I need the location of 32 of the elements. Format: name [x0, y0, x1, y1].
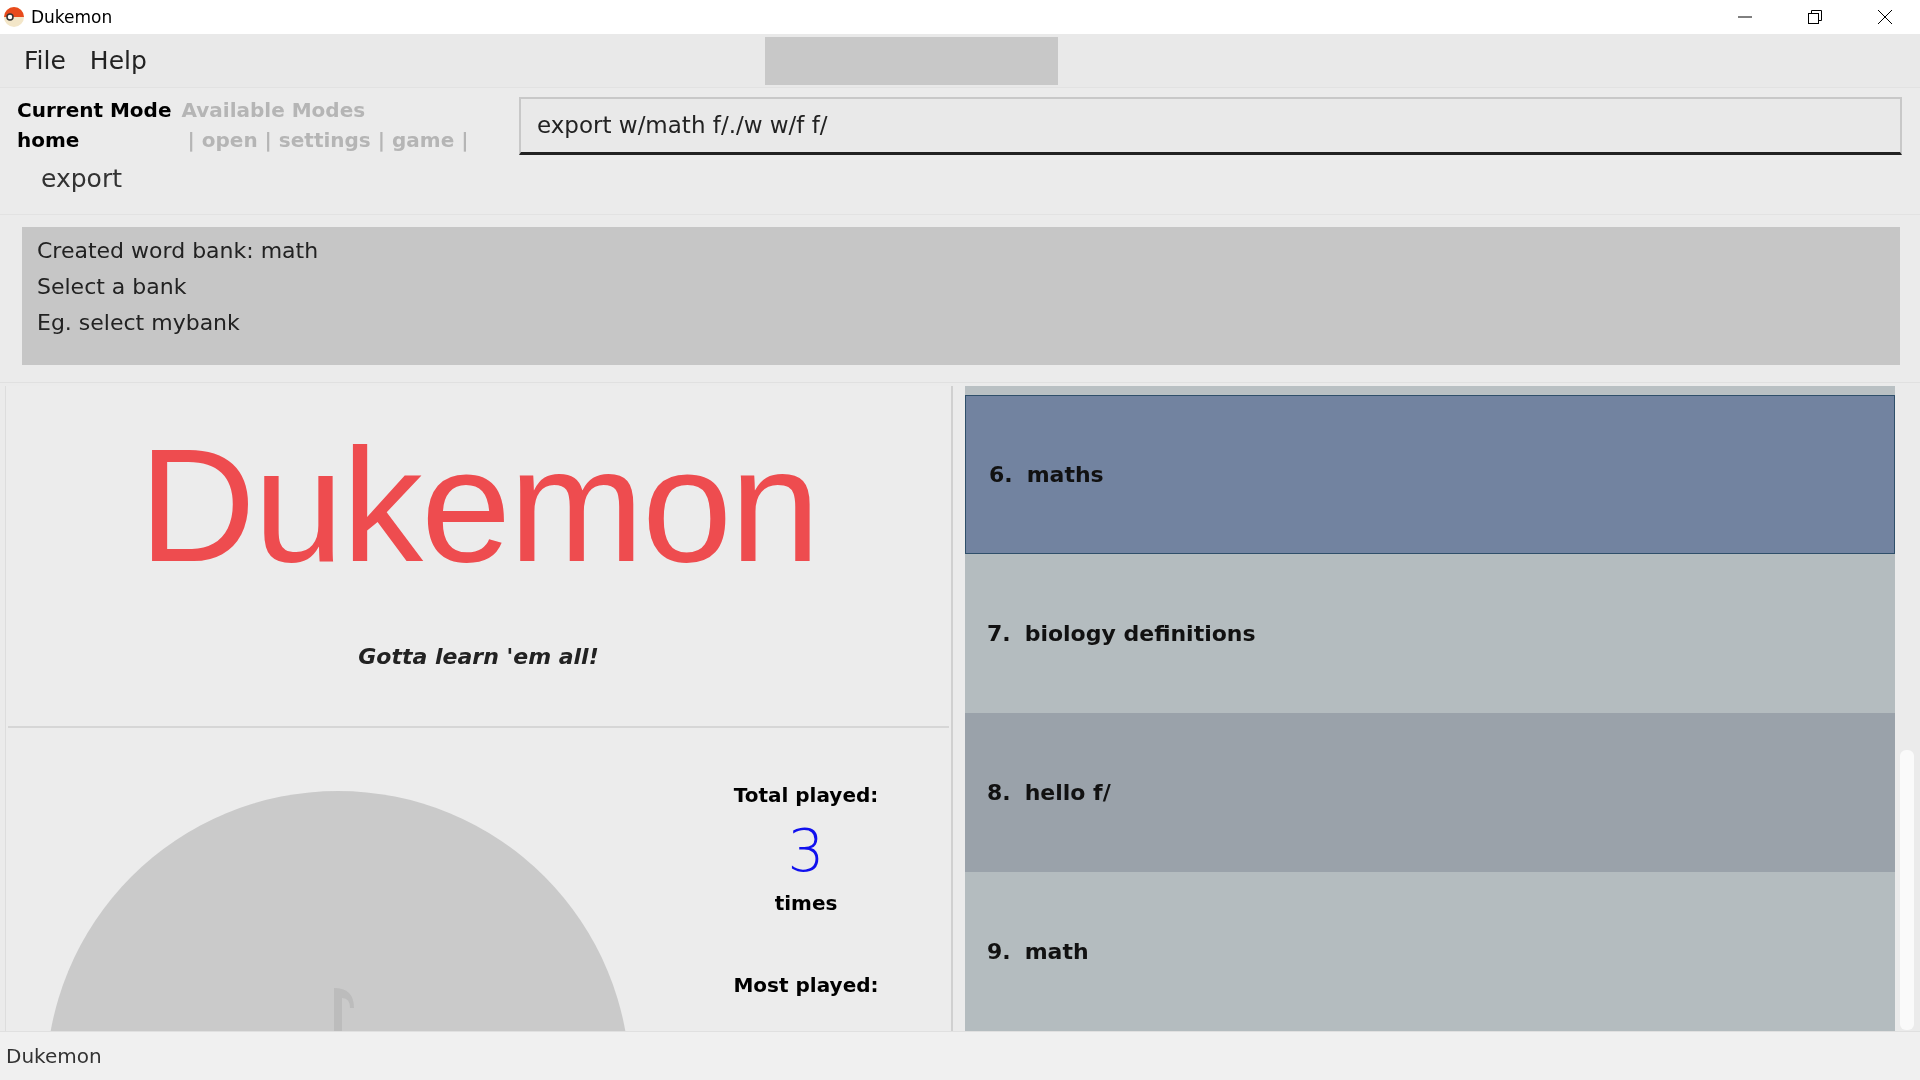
current-mode-value: home [17, 127, 81, 152]
close-icon [1877, 9, 1893, 25]
item-name: hello f/ [1024, 780, 1111, 806]
total-played-label: Total played: [733, 783, 879, 808]
item-name: biology definitions [1024, 621, 1256, 647]
item-name: math [1024, 939, 1089, 965]
app-icon [3, 6, 25, 28]
item-number: 6. [989, 462, 1013, 488]
command-input-field[interactable]: export w/math f/./w w/f f/ [519, 96, 1902, 155]
scrollbar-thumb[interactable] [1900, 750, 1914, 1031]
tagline: Gotta learn 'em all! [358, 644, 599, 670]
total-played-count: 3 [787, 817, 825, 886]
menu-item[interactable]: File [12, 45, 78, 75]
restore-icon [1807, 9, 1823, 25]
times-label: times [774, 891, 838, 916]
result-line: Eg. select mybank [37, 309, 241, 338]
result-line: Created word bank: math [37, 237, 320, 266]
command-suggestion[interactable]: export [41, 163, 122, 193]
item-name: maths [1026, 462, 1104, 488]
current-mode-label: Current Mode [17, 97, 172, 122]
item-number: 9. [987, 939, 1011, 965]
item-number: 7. [987, 621, 1011, 647]
word-bank-item[interactable]: 8. hello f/ [965, 713, 1895, 873]
status-text: Dukemon [6, 1044, 102, 1069]
menu-item[interactable]: Help [77, 45, 159, 75]
logo-text: Dukemon [138, 424, 819, 587]
item-number: 8. [987, 780, 1011, 806]
minimize-icon [1738, 16, 1752, 18]
most-played-label: Most played: [733, 973, 879, 998]
word-bank-item[interactable]: 6. maths [965, 395, 1895, 555]
result-line: Select a bank [37, 273, 188, 302]
window-title: Dukemon [31, 7, 114, 27]
